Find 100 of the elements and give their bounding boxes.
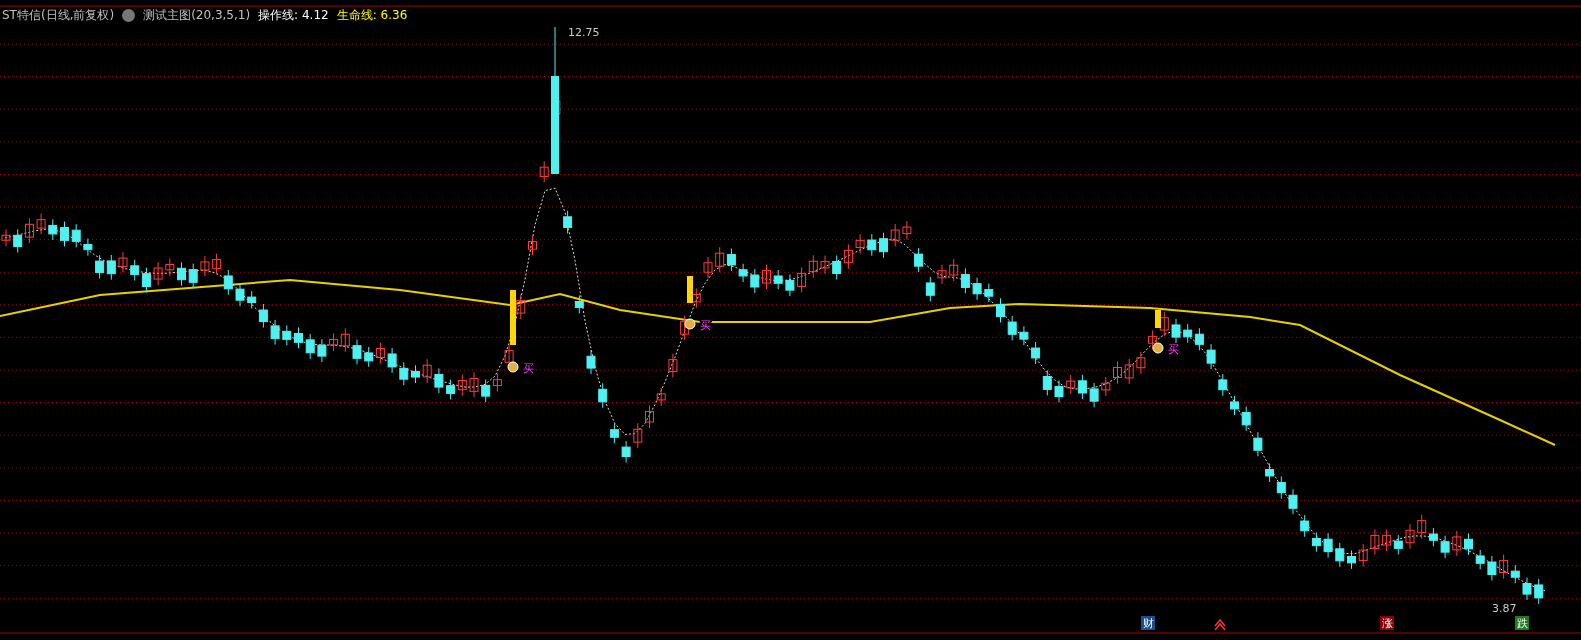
candlestick: [808, 254, 818, 279]
dropdown-icon[interactable]: [122, 8, 136, 22]
double-arrow-icon[interactable]: [1214, 618, 1226, 631]
candlestick: [598, 382, 608, 409]
candlestick: [1487, 555, 1497, 581]
candlestick: [1042, 369, 1052, 396]
indicator-value: 操作线: 4.12: [258, 7, 329, 24]
candlestick: [1276, 476, 1286, 500]
candlestick: [1113, 361, 1122, 384]
candlestick: [247, 290, 257, 309]
candlestick: [1499, 554, 1509, 579]
candlestick: [680, 315, 690, 341]
indicator-value: 生命线: 6.36: [336, 7, 408, 24]
candlestick: [574, 295, 584, 314]
signal-bar: [1155, 310, 1161, 328]
candlestick: [645, 404, 654, 429]
candlestick: [1323, 532, 1333, 559]
candlestick: [984, 283, 994, 303]
buy-signal-label: 买: [1168, 343, 1179, 356]
high-price-label: 12.75: [568, 26, 600, 39]
candlestick: [399, 361, 409, 386]
candlestick: [492, 373, 502, 392]
candlestick: [1370, 528, 1380, 555]
candlestick: [925, 276, 935, 302]
candlestick: [469, 371, 479, 398]
candlestick: [71, 223, 81, 248]
candlestick: [1159, 311, 1169, 337]
candlestick: [1148, 329, 1158, 350]
candlestick: [317, 338, 327, 363]
signal-bar: [510, 290, 516, 345]
stock-title: ST特信(日线,前复权): [2, 7, 115, 24]
candlestick: [715, 246, 725, 273]
candlestick: [1183, 323, 1193, 344]
candlestick: [996, 297, 1005, 323]
candlestick: [1464, 532, 1473, 556]
candlestick: [48, 218, 58, 241]
candlestick: [1358, 543, 1368, 567]
signal-bar: [687, 276, 693, 303]
candlestick: [914, 247, 924, 273]
candlestick: [188, 263, 198, 289]
candlestick: [36, 213, 46, 235]
candlestick: [1534, 578, 1544, 605]
candlestick: [177, 261, 186, 287]
candlestick: [563, 210, 573, 234]
candlestick: [960, 267, 970, 294]
candlestick: [446, 379, 456, 400]
candlestick: [118, 251, 128, 273]
candlestick: [668, 353, 678, 378]
candlestick: [773, 269, 783, 290]
candlestick: [1136, 351, 1146, 375]
candlestick: [609, 423, 619, 444]
candlestick: [1194, 327, 1204, 351]
candlestick: [212, 253, 222, 275]
candlestick: [1440, 535, 1450, 559]
candlestick: [83, 238, 93, 257]
candlestick: [750, 268, 760, 294]
candlestick: [1031, 341, 1041, 365]
candlestick: [13, 228, 23, 254]
candlestick: [1417, 514, 1427, 540]
candlestick: [1405, 523, 1415, 550]
candlestick: [235, 282, 245, 307]
candlestick: [621, 440, 631, 463]
candlestick: [738, 263, 748, 283]
candlestick: [1475, 549, 1485, 570]
candlestick: [1393, 534, 1403, 555]
candlestick: [95, 254, 105, 279]
candlestick: [305, 333, 315, 360]
low-price-label: 3.87: [1492, 602, 1517, 615]
candlestick: [937, 264, 947, 285]
candlestick: [1206, 343, 1216, 370]
candlestick: [855, 233, 865, 255]
candlestick: [1288, 488, 1298, 515]
event-marker[interactable]: 跌: [1515, 616, 1529, 630]
candlestick: [691, 287, 701, 309]
candlestick: [60, 221, 69, 247]
candlestick: [1428, 527, 1438, 547]
candlestick: [1265, 462, 1275, 483]
candlestick: [1124, 358, 1134, 385]
candlestick: [785, 274, 795, 297]
candlestick: [867, 233, 877, 257]
candlestick: [703, 256, 713, 279]
candlestick: [422, 358, 432, 384]
candlestick: [1230, 395, 1239, 416]
candlestick: [797, 266, 807, 293]
candlestick: [1066, 374, 1076, 395]
candlestick: [1019, 325, 1029, 346]
candlestick: [902, 220, 912, 241]
indicator-name: 测试主图(20,3,5,1): [143, 7, 251, 24]
candlestick: [375, 342, 385, 364]
candlestick: [1171, 318, 1181, 344]
event-marker[interactable]: 财: [1141, 616, 1155, 630]
candlestick: [1522, 577, 1532, 601]
candlestick: [130, 259, 140, 281]
candlestick: [528, 235, 537, 256]
candlestick: [200, 255, 210, 277]
candlestick: [726, 248, 736, 272]
candlestick: [329, 333, 339, 352]
event-marker[interactable]: 涨: [1380, 616, 1394, 630]
candlestick: [223, 269, 233, 296]
candlestick: [1241, 406, 1251, 432]
